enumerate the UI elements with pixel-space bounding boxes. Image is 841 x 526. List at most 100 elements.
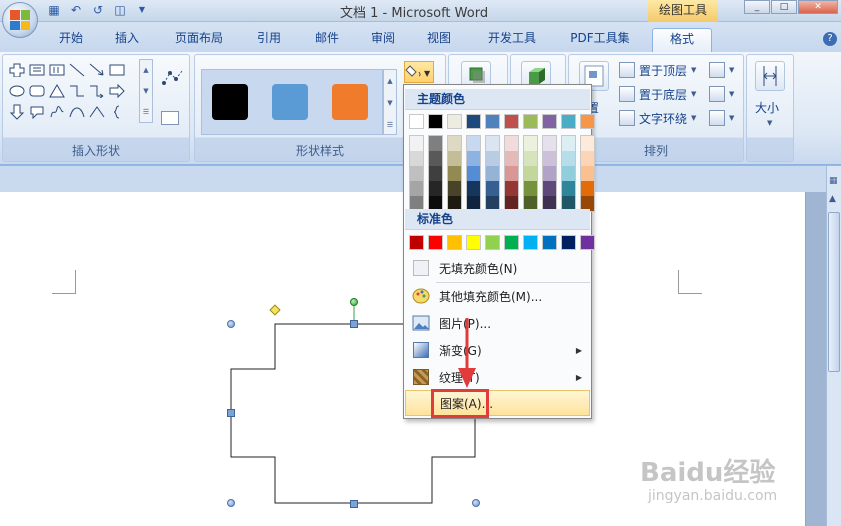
resize-handle-left[interactable] <box>227 409 235 417</box>
style-swatch-black[interactable] <box>212 84 248 120</box>
picture-fill-item[interactable]: 图片(P)... <box>405 310 590 336</box>
theme-color-swatch[interactable] <box>523 114 538 129</box>
minimize-button[interactable]: _ <box>744 0 770 14</box>
standard-color-swatch[interactable] <box>504 235 519 250</box>
arrow-line-icon[interactable] <box>87 61 107 79</box>
freeform-icon[interactable] <box>47 103 67 121</box>
theme-color-swatch[interactable] <box>485 114 500 129</box>
theme-tint-swatch[interactable] <box>486 181 499 196</box>
theme-tint-swatch[interactable] <box>486 166 499 181</box>
help-icon[interactable]: ? <box>823 32 837 46</box>
brace-icon[interactable] <box>107 103 127 121</box>
theme-tint-swatch[interactable] <box>543 151 556 166</box>
standard-color-swatch[interactable] <box>580 235 595 250</box>
scrollbar-thumb[interactable] <box>828 212 840 372</box>
theme-tint-swatch[interactable] <box>448 136 461 151</box>
tab-format[interactable]: 格式 <box>652 28 712 52</box>
style-gallery-scroll[interactable]: ▲ ▼ ☰ <box>383 69 397 135</box>
rounded-rect-icon[interactable] <box>27 82 47 100</box>
theme-tint-swatch[interactable] <box>543 136 556 151</box>
standard-color-swatch[interactable] <box>523 235 538 250</box>
vertical-textbox-icon[interactable] <box>47 61 67 79</box>
no-fill-item[interactable]: 无填充颜色(N) <box>405 255 590 281</box>
theme-tint-swatch[interactable] <box>467 136 480 151</box>
resize-handle-bottom-left[interactable] <box>227 499 235 507</box>
style-swatch-blue[interactable] <box>272 84 308 120</box>
elbow-connector-icon[interactable] <box>67 82 87 100</box>
size-button[interactable] <box>755 61 785 91</box>
standard-color-swatch[interactable] <box>466 235 481 250</box>
theme-tint-swatch[interactable] <box>562 166 575 181</box>
elbow-arrow-icon[interactable] <box>87 82 107 100</box>
theme-tint-swatch[interactable] <box>429 136 442 151</box>
line-shape-icon[interactable] <box>67 61 87 79</box>
textbox-shape-icon[interactable] <box>27 61 47 79</box>
theme-tint-swatch[interactable] <box>467 151 480 166</box>
theme-color-swatch[interactable] <box>409 114 424 129</box>
bring-to-front-button[interactable]: 置于顶层 ▼ <box>619 59 696 81</box>
align-button[interactable]: ▼ <box>709 59 734 81</box>
restore-button[interactable]: □ <box>771 0 797 14</box>
theme-tint-swatch[interactable] <box>505 181 518 196</box>
standard-color-swatch[interactable] <box>447 235 462 250</box>
theme-tint-swatch[interactable] <box>524 166 537 181</box>
theme-tint-swatch[interactable] <box>543 166 556 181</box>
theme-tint-swatch[interactable] <box>448 166 461 181</box>
theme-color-swatch[interactable] <box>542 114 557 129</box>
redo-icon[interactable]: ↺ <box>90 2 106 18</box>
shapes-gallery-scroll[interactable]: ▲ ▼ ☰ <box>139 59 153 123</box>
theme-tint-swatch[interactable] <box>562 181 575 196</box>
undo-icon[interactable]: ↶ <box>68 2 84 18</box>
send-to-back-button[interactable]: 置于底层 ▼ <box>619 83 696 105</box>
theme-color-swatch[interactable] <box>561 114 576 129</box>
rectangle-shape-icon[interactable] <box>107 61 127 79</box>
rotate-button[interactable]: ▼ <box>709 107 734 129</box>
tab-review[interactable]: 审阅 <box>360 28 406 52</box>
theme-tint-swatch[interactable] <box>467 181 480 196</box>
more-fill-colors-item[interactable]: 其他填充颜色(M)... <box>405 283 590 309</box>
tab-pdf-tools[interactable]: PDF工具集 <box>560 28 640 52</box>
tab-home[interactable]: 开始 <box>48 28 94 52</box>
resize-handle-top-left[interactable] <box>227 320 235 328</box>
theme-tint-swatch[interactable] <box>524 136 537 151</box>
theme-tint-swatch[interactable] <box>524 151 537 166</box>
theme-tint-swatch[interactable] <box>581 136 594 151</box>
theme-tint-swatch[interactable] <box>410 181 423 196</box>
theme-tint-swatch[interactable] <box>562 136 575 151</box>
theme-color-swatch[interactable] <box>504 114 519 129</box>
theme-tint-swatch[interactable] <box>429 151 442 166</box>
edit-shape-icon[interactable] <box>161 69 185 87</box>
theme-tint-swatch[interactable] <box>429 181 442 196</box>
theme-tint-swatch[interactable] <box>505 136 518 151</box>
tab-page-layout[interactable]: 页面布局 <box>164 28 234 52</box>
standard-color-swatch[interactable] <box>561 235 576 250</box>
rotation-handle[interactable] <box>350 298 358 306</box>
theme-tint-swatch[interactable] <box>410 151 423 166</box>
group-button[interactable]: ▼ <box>709 83 734 105</box>
tab-mailings[interactable]: 邮件 <box>304 28 350 52</box>
theme-tint-swatch[interactable] <box>524 181 537 196</box>
theme-tint-swatch[interactable] <box>505 151 518 166</box>
oval-shape-icon[interactable] <box>7 82 27 100</box>
theme-tint-swatch[interactable] <box>486 136 499 151</box>
tab-developer[interactable]: 开发工具 <box>474 28 550 52</box>
theme-color-swatch[interactable] <box>466 114 481 129</box>
curve-icon[interactable] <box>67 103 87 121</box>
standard-color-swatch[interactable] <box>485 235 500 250</box>
theme-tint-swatch[interactable] <box>562 151 575 166</box>
theme-tint-swatch[interactable] <box>467 166 480 181</box>
theme-tint-swatch[interactable] <box>581 166 594 181</box>
theme-color-swatch[interactable] <box>447 114 462 129</box>
standard-color-swatch[interactable] <box>428 235 443 250</box>
down-arrow-shape-icon[interactable] <box>7 103 27 121</box>
close-button[interactable]: ✕ <box>798 0 838 14</box>
theme-tint-swatch[interactable] <box>581 181 594 196</box>
draw-textbox-icon[interactable] <box>161 111 179 125</box>
scroll-up-icon[interactable]: ▲ <box>829 194 836 204</box>
arc-icon[interactable] <box>87 103 107 121</box>
triangle-shape-icon[interactable] <box>47 82 67 100</box>
theme-tint-swatch[interactable] <box>581 151 594 166</box>
theme-tint-swatch[interactable] <box>448 151 461 166</box>
print-preview-icon[interactable]: ◫ <box>112 2 128 18</box>
right-arrow-shape-icon[interactable] <box>107 82 127 100</box>
